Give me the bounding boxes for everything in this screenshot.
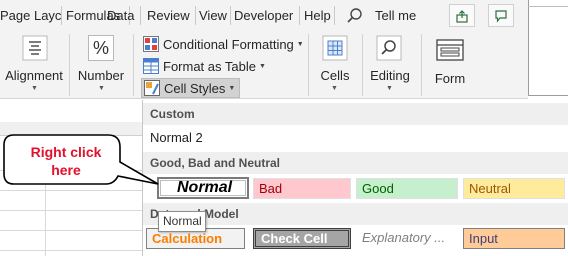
section-header-data-and-model: Data and Model — [143, 203, 568, 225]
chevron-down-icon: ▼ — [258, 62, 266, 70]
divider — [528, 6, 568, 7]
chevron-down-icon: ▼ — [296, 40, 304, 48]
align-lines-icon — [22, 35, 48, 61]
callout-text: Right click here — [12, 143, 120, 179]
format-as-table-label: Format as Table — [163, 58, 256, 74]
gridline — [0, 230, 142, 231]
style-input[interactable]: Input — [463, 228, 565, 249]
cell-styles-label: Cell Styles — [164, 80, 226, 96]
style-check-cell[interactable]: Check Cell — [253, 228, 351, 249]
share-button[interactable] — [449, 4, 475, 27]
cells-icon — [322, 35, 348, 61]
number-button[interactable]: Number — [74, 68, 128, 83]
alignment-button[interactable]: Alignment — [4, 68, 64, 83]
tab-help[interactable]: Help — [304, 0, 331, 31]
style-tooltip: Normal — [158, 211, 206, 232]
ribbon-home: Alignment ▼ % Number ▼ Conditional Forma… — [0, 31, 528, 99]
editing-button[interactable]: Editing — [366, 68, 414, 83]
format-table-icon — [143, 58, 159, 74]
group-divider — [69, 34, 70, 96]
share-icon — [456, 9, 468, 23]
chevron-down-icon: ▼ — [228, 84, 236, 92]
cell-styles-button[interactable]: Cell Styles ▼ — [141, 78, 241, 98]
gridline — [0, 250, 142, 251]
form-icon — [436, 39, 464, 61]
tab-view[interactable]: View — [199, 0, 227, 31]
tab-developer[interactable]: Developer — [234, 0, 293, 31]
group-divider — [421, 34, 422, 96]
callout-line-1: Right click — [30, 144, 102, 160]
tab-page-layout[interactable]: Page Layc — [0, 0, 61, 31]
tab-data[interactable]: Data — [107, 0, 134, 31]
conditional-formatting-button[interactable]: Conditional Formatting ▼ — [143, 34, 304, 54]
chevron-down-icon: ▼ — [331, 85, 338, 92]
group-divider — [362, 34, 363, 96]
group-divider — [133, 34, 134, 96]
cell-styles-gallery: Custom Normal 2 Good, Bad and Neutral No… — [142, 100, 568, 256]
format-as-table-button[interactable]: Format as Table ▼ — [143, 56, 266, 76]
callout-line-2: here — [51, 162, 81, 178]
magnifier-icon — [376, 35, 402, 61]
section-header-good-bad-neutral: Good, Bad and Neutral — [143, 152, 568, 174]
lightbulb-icon[interactable] — [345, 6, 365, 26]
section-header-custom: Custom — [143, 103, 568, 125]
chevron-down-icon: ▼ — [98, 85, 105, 92]
chevron-down-icon: ▼ — [31, 85, 38, 92]
style-neutral[interactable]: Neutral — [463, 178, 565, 199]
form-button[interactable]: Form — [430, 71, 470, 86]
ribbon-tab-bar: Page Layc Formulas Data Review View Deve… — [0, 0, 568, 31]
tab-review[interactable]: Review — [147, 0, 190, 31]
gridline — [0, 210, 142, 211]
percent-icon: % — [88, 35, 114, 61]
style-explanatory[interactable]: Explanatory ... — [356, 228, 458, 249]
chevron-down-icon: ▼ — [386, 85, 393, 92]
style-good[interactable]: Good — [356, 178, 458, 199]
group-divider — [308, 34, 309, 96]
tab-divider — [230, 6, 231, 25]
cell-styles-icon — [144, 80, 160, 96]
tab-divider — [61, 6, 62, 25]
tab-divider — [140, 6, 141, 25]
document-area — [528, 0, 568, 96]
cells-button[interactable]: Cells — [314, 68, 356, 83]
comment-icon — [495, 9, 507, 23]
style-bad[interactable]: Bad — [253, 178, 351, 199]
tab-divider — [299, 6, 300, 25]
tab-divider — [334, 6, 335, 25]
comments-button[interactable] — [488, 4, 514, 27]
tab-divider — [195, 6, 196, 25]
tell-me-search[interactable]: Tell me — [375, 0, 416, 31]
conditional-formatting-icon — [143, 36, 159, 52]
conditional-formatting-label: Conditional Formatting — [163, 36, 294, 52]
style-normal[interactable]: Normal — [157, 177, 249, 199]
